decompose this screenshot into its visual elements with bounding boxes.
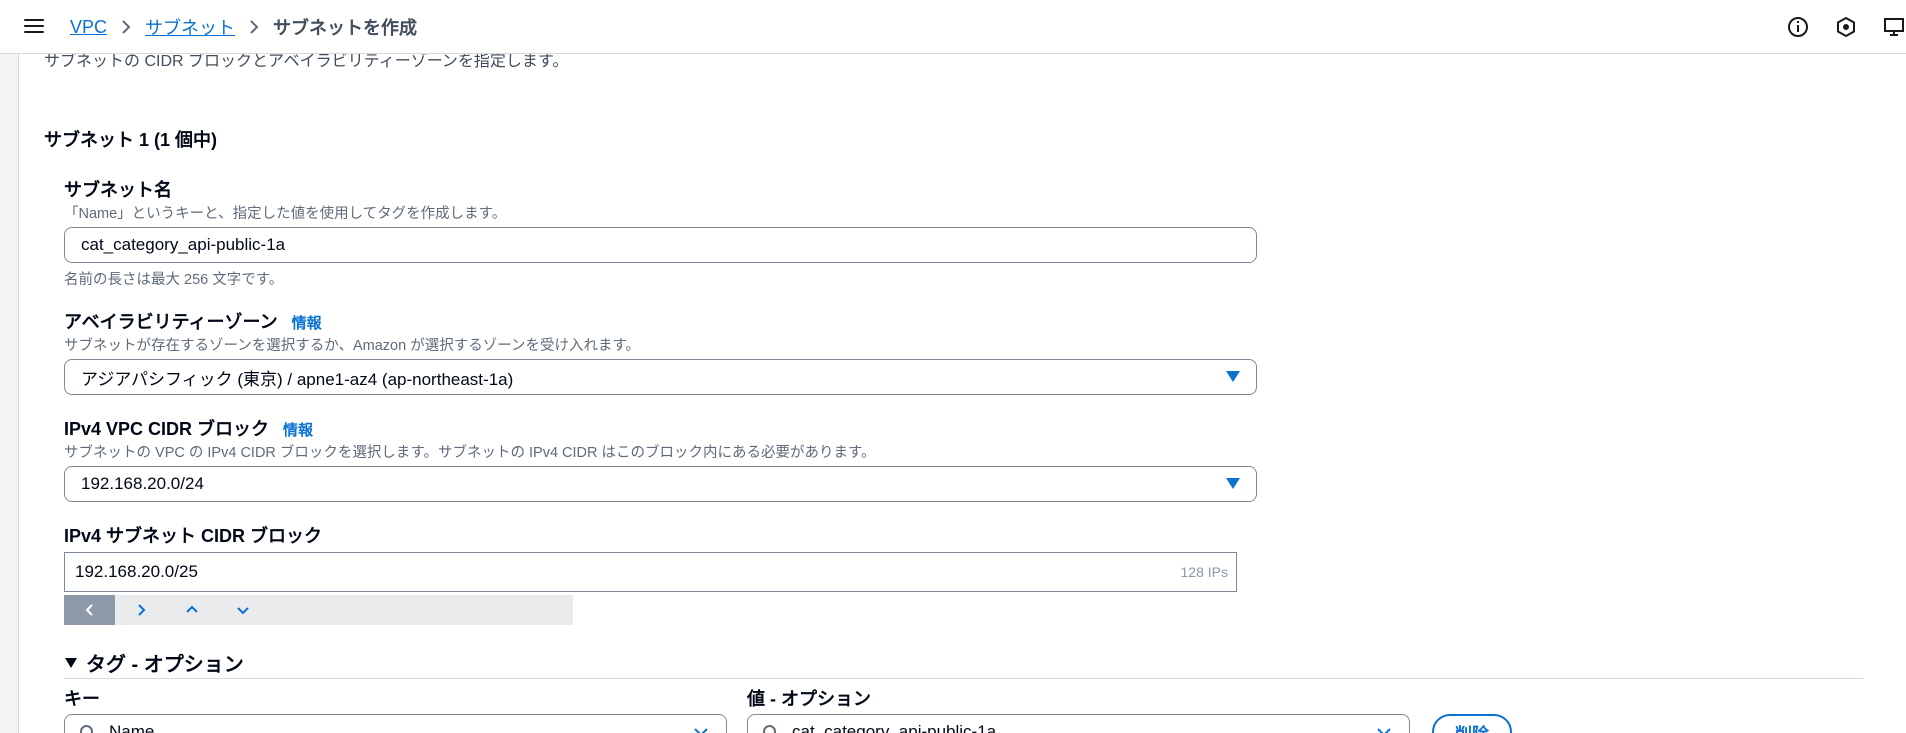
availability-zone-label-text: アベイラビリティーゾーン	[64, 312, 278, 332]
subnet-name-label: サブネット名	[64, 180, 172, 200]
chevron-down-icon	[1375, 723, 1393, 733]
tag-key-label: キー	[64, 689, 100, 709]
vpc-cidr-label-text: IPv4 VPC CIDR ブロック	[64, 419, 270, 439]
availability-zone-selected: アジアパシフィック (東京) / apne1-az4 (ap-northeast…	[81, 369, 514, 389]
vpc-cidr-select[interactable]: 192.168.20.0/24	[64, 466, 1257, 502]
subnet-cidr-label: IPv4 サブネット CIDR ブロック	[64, 526, 323, 546]
subnet-cidr-ip-count: 128 IPs	[1180, 564, 1228, 580]
tags-section-toggle[interactable]: タグ - オプション	[64, 648, 244, 677]
breadcrumb-subnets[interactable]: サブネット	[145, 14, 235, 40]
availability-zone-label: アベイラビリティーゾーン 情報	[64, 308, 322, 334]
search-icon	[79, 724, 97, 733]
info-icon[interactable]	[1786, 15, 1810, 39]
chevron-right-icon	[249, 19, 259, 35]
caret-down-icon	[65, 657, 77, 668]
tag-value-label: 値 - オプション	[747, 689, 871, 709]
dropdown-caret-icon	[1226, 478, 1240, 489]
tag-key-value: Name	[109, 722, 155, 733]
top-icons	[1762, 0, 1906, 54]
availability-zone-info-link[interactable]: 情報	[292, 315, 322, 332]
divider	[64, 678, 1864, 679]
section-title: サブネット 1 (1 個中)	[44, 130, 218, 150]
availability-zone-select[interactable]: アジアパシフィック (東京) / apne1-az4 (ap-northeast…	[64, 359, 1257, 395]
top-navigation-bar: VPC サブネット サブネットを作成	[0, 0, 1906, 54]
search-icon	[762, 724, 780, 733]
tag-value-value: cat_category_api-public-1a	[792, 722, 997, 733]
subnet-name-description: 「Name」というキーと、指定した値を使用してタグを作成します。	[64, 206, 507, 222]
vpc-cidr-description: サブネットの VPC の IPv4 CIDR ブロックを選択します。サブネットの…	[64, 445, 876, 461]
menu-icon[interactable]	[24, 14, 48, 38]
subnet-cidr-input[interactable]: 192.168.20.0/25 128 IPs	[64, 552, 1237, 592]
availability-zone-description: サブネットが存在するゾーンを選択するか、Amazon が選択するゾーンを受け入れ…	[64, 338, 641, 354]
tags-header-label: タグ - オプション	[86, 654, 244, 676]
tag-value-input[interactable]: cat_category_api-public-1a	[747, 714, 1410, 733]
breadcrumb-vpc[interactable]: VPC	[70, 17, 107, 38]
chevron-down-icon	[692, 723, 710, 733]
subnet-name-input[interactable]: cat_category_api-public-1a	[64, 227, 1257, 263]
screen-icon[interactable]	[1882, 15, 1906, 39]
vpc-cidr-selected: 192.168.20.0/24	[81, 474, 204, 493]
chevron-right-icon[interactable]	[115, 595, 166, 625]
subnet-cidr-value: 192.168.20.0/25	[75, 562, 198, 581]
chevron-down-icon[interactable]	[217, 595, 268, 625]
breadcrumb-current: サブネットを作成	[273, 18, 418, 38]
remove-tag-button[interactable]: 削除	[1432, 714, 1512, 733]
cidr-stepper	[64, 595, 573, 625]
chevron-right-icon	[121, 19, 131, 35]
dropdown-caret-icon	[1226, 371, 1240, 382]
subnet-name-hint: 名前の長さは最大 256 文字です。	[64, 272, 284, 288]
vpc-cidr-label: IPv4 VPC CIDR ブロック 情報	[64, 415, 313, 441]
security-icon[interactable]	[1834, 15, 1858, 39]
chevron-up-icon[interactable]	[166, 595, 217, 625]
breadcrumb: VPC サブネット サブネットを作成	[70, 0, 417, 54]
chevron-left-icon[interactable]	[64, 595, 115, 625]
tag-key-input[interactable]: Name	[64, 714, 727, 733]
vpc-cidr-info-link[interactable]: 情報	[283, 422, 313, 439]
